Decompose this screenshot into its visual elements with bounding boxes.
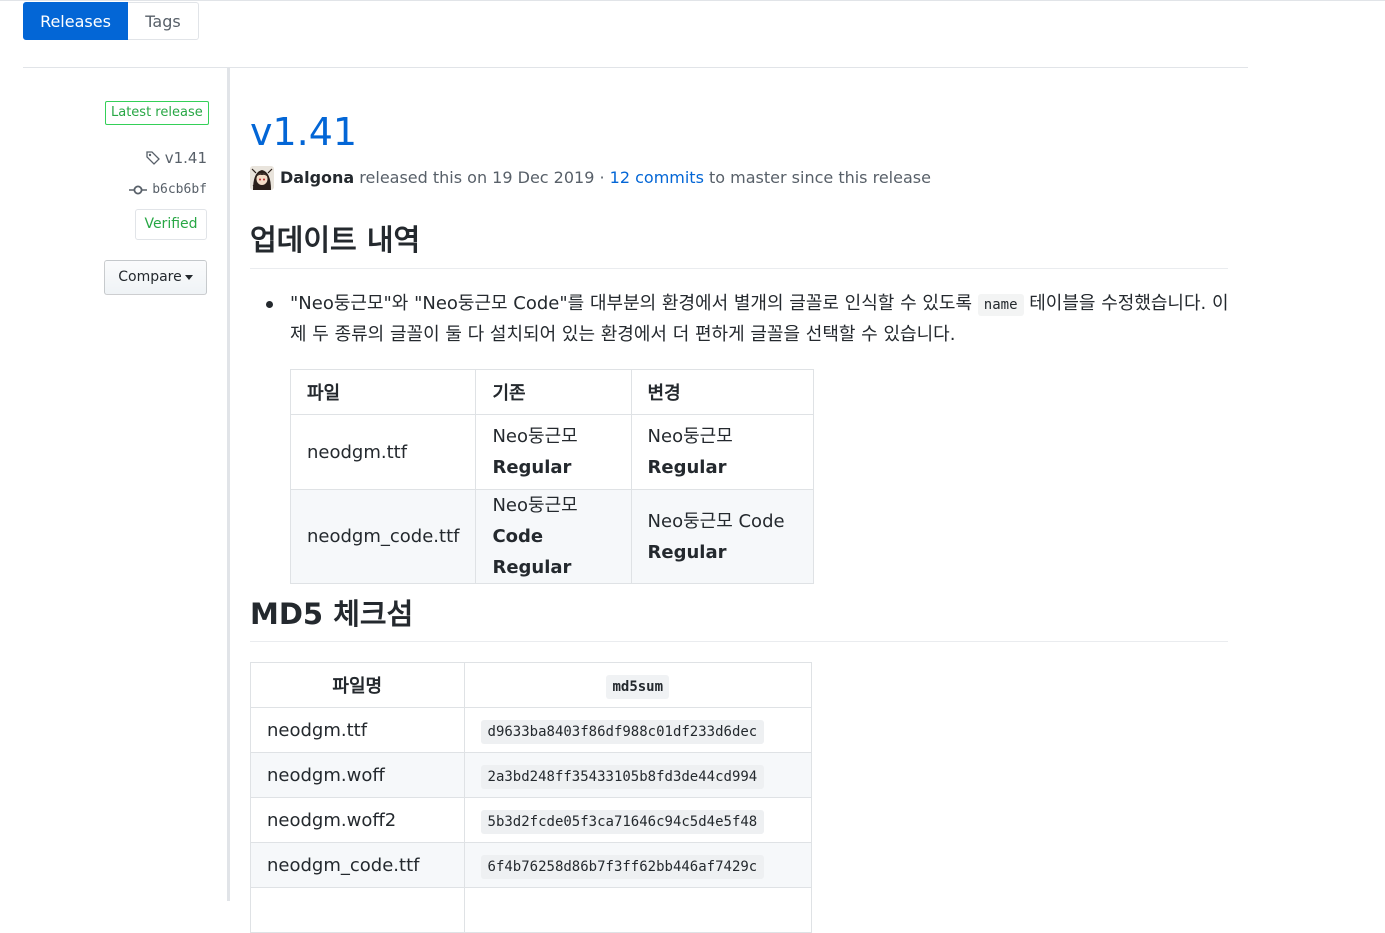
tag-label: v1.41	[164, 149, 207, 167]
hash-code: 5b3d2fcde05f3ca71646c94c5d4e5f48	[480, 809, 765, 834]
cell-filename: neodgm.woff	[250, 752, 465, 798]
cell-file: neodgm_code.ttf	[289, 489, 477, 584]
cell-new: Neo둥근모 Code Regular	[630, 489, 815, 584]
header-new: 변경	[630, 369, 815, 415]
avatar[interactable]	[250, 166, 274, 190]
cell-filename: neodgm.ttf	[250, 707, 465, 753]
cell-hash	[463, 887, 813, 933]
author-link[interactable]: Dalgona	[280, 165, 354, 191]
release-tag[interactable]: v1.41	[145, 149, 207, 167]
top-border	[0, 0, 1385, 1]
cell-file: neodgm.ttf	[289, 414, 477, 490]
git-commit-icon	[129, 185, 148, 194]
cell-old: Neo둥근모 Regular	[475, 414, 632, 490]
cell-new-style: Regular	[647, 457, 727, 478]
compare-label: Compare	[118, 269, 182, 285]
update-text-before: "Neo둥근모"와 "Neo둥근모 Code"를 대부분의 환경에서 별개의 글…	[290, 293, 973, 314]
tab-tags[interactable]: Tags	[128, 2, 199, 40]
table-row	[250, 887, 813, 933]
table-row: neodgm_code.ttf Neo둥근모 Code Regular Neo둥근…	[289, 489, 815, 584]
table-row: neodgm.ttf d9633ba8403f86df988c01df233d6…	[250, 707, 813, 753]
cell-old-family: Neo둥근모	[492, 426, 578, 447]
name-table-code: name	[977, 294, 1024, 316]
md5-heading: MD5 체크섬	[250, 592, 1228, 642]
verified-badge[interactable]: Verified	[135, 209, 207, 240]
table-header-row: 파일명 md5sum	[250, 662, 813, 708]
cell-hash: 6f4b76258d86b7f3ff62bb446af7429c	[463, 842, 813, 888]
commits-link[interactable]: 12 commits	[610, 165, 704, 191]
commit-sha: b6cb6bf	[152, 182, 207, 197]
table-row: neodgm.woff 2a3bd248ff35433105b8fd3de44c…	[250, 752, 813, 798]
cell-old-family: Neo둥근모	[492, 495, 578, 516]
hash-code: 6f4b76258d86b7f3ff62bb446af7429c	[480, 854, 765, 879]
hash-code: 2a3bd248ff35433105b8fd3de44cd994	[480, 764, 765, 789]
caret-down-icon	[184, 274, 193, 280]
md5sum-code: md5sum	[606, 674, 670, 699]
cell-filename	[250, 887, 465, 933]
cell-new-family: Neo둥근모	[647, 426, 733, 447]
table-header-row: 파일 기존 변경	[289, 369, 815, 415]
release-tabs: Releases Tags	[23, 2, 199, 41]
compare-button[interactable]: Compare	[104, 260, 207, 295]
cell-new-style: Regular	[647, 541, 727, 563]
tab-releases[interactable]: Releases	[23, 2, 128, 40]
header-divider	[23, 67, 1248, 68]
table-row: neodgm.woff2 5b3d2fcde05f3ca71646c94c5d4…	[250, 797, 813, 843]
tag-icon	[146, 151, 160, 165]
md5-table: 파일명 md5sum neodgm.ttf d9633ba8403f86df98…	[250, 662, 813, 933]
release-commit[interactable]: b6cb6bf	[129, 182, 207, 197]
font-name-table: 파일 기존 변경 neodgm.ttf Neo둥근모 Regular Neo둥근모…	[289, 369, 815, 584]
table-row: neodgm_code.ttf 6f4b76258d86b7f3ff62bb44…	[250, 842, 813, 888]
update-list-item: "Neo둥근모"와 "Neo둥근모 Code"를 대부분의 환경에서 별개의 글…	[266, 289, 1236, 350]
cell-filename: neodgm.woff2	[250, 797, 465, 843]
commits-suffix: to master since this release	[709, 168, 931, 187]
cell-new: Neo둥근모 Regular	[630, 414, 815, 490]
cell-hash: 2a3bd248ff35433105b8fd3de44cd994	[463, 752, 813, 798]
hash-code: d9633ba8403f86df988c01df233d6dec	[480, 719, 765, 744]
release-byline: Dalgona released this on 19 Dec 2019 · 1…	[250, 165, 931, 191]
cell-old-style: Code Regular	[492, 526, 572, 578]
update-text: "Neo둥근모"와 "Neo둥근모 Code"를 대부분의 환경에서 별개의 글…	[290, 289, 1236, 350]
cell-hash: 5b3d2fcde05f3ca71646c94c5d4e5f48	[463, 797, 813, 843]
latest-release-badge: Latest release	[105, 101, 209, 125]
cell-hash: d9633ba8403f86df988c01df233d6dec	[463, 707, 813, 753]
cell-old-style: Regular	[492, 457, 572, 478]
timeline-divider	[227, 68, 230, 901]
header-old: 기존	[475, 369, 632, 415]
header-filename: 파일명	[250, 662, 465, 708]
header-file: 파일	[289, 369, 477, 415]
table-row: neodgm.ttf Neo둥근모 Regular Neo둥근모 Regular	[289, 414, 815, 490]
cell-new-family: Neo둥근모 Code	[647, 510, 785, 532]
release-title[interactable]: v1.41	[250, 106, 357, 158]
released-text: released this on 19 Dec 2019 ·	[359, 168, 605, 187]
header-md5sum: md5sum	[463, 662, 813, 708]
cell-old: Neo둥근모 Code Regular	[475, 489, 632, 584]
cell-filename: neodgm_code.ttf	[250, 842, 465, 888]
update-heading: 업데이트 내역	[250, 218, 1228, 269]
bullet-icon	[266, 301, 273, 308]
